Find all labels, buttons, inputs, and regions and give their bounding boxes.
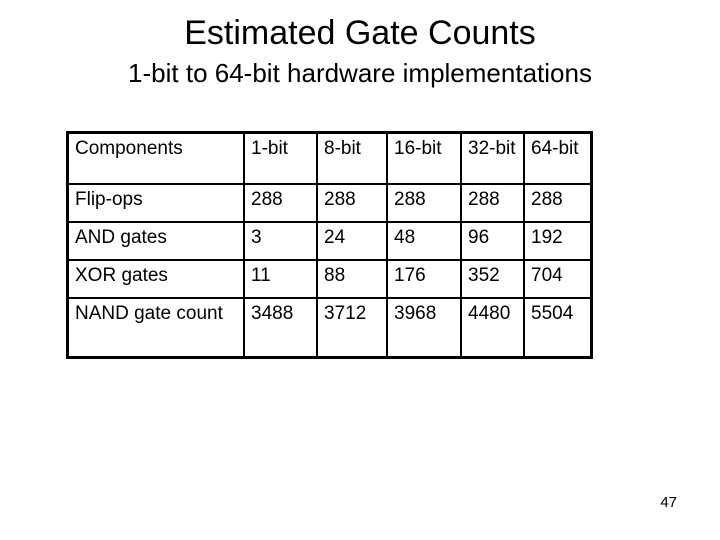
table-row: Flip-ops 288 288 288 288 288 bbox=[66, 183, 593, 223]
table-cell: 192 bbox=[523, 221, 593, 261]
row-label-cell: NAND gate count bbox=[66, 297, 245, 359]
table-cell: 288 bbox=[523, 183, 593, 223]
table-cell: 3488 bbox=[243, 297, 318, 359]
table-cell: 352 bbox=[460, 259, 525, 299]
table-cell: 288 bbox=[386, 183, 462, 223]
page-number: 47 bbox=[660, 494, 677, 511]
table-cell: 288 bbox=[243, 183, 318, 223]
table-cell: 176 bbox=[386, 259, 462, 299]
table-cell: 288 bbox=[316, 183, 388, 223]
table-cell: 88 bbox=[316, 259, 388, 299]
table-row: AND gates 3 24 48 96 192 bbox=[66, 221, 593, 261]
row-label-cell: XOR gates bbox=[66, 259, 245, 299]
header-cell: 8-bit bbox=[316, 131, 388, 185]
table-cell: 3 bbox=[243, 221, 318, 261]
slide-title: Estimated Gate Counts bbox=[184, 14, 536, 52]
table-cell: 5504 bbox=[523, 297, 593, 359]
slide-subtitle: 1-bit to 64-bit hardware implementations bbox=[128, 58, 592, 88]
row-label-cell: AND gates bbox=[66, 221, 245, 261]
table-cell: 3968 bbox=[386, 297, 462, 359]
row-label-cell: Flip-ops bbox=[66, 183, 245, 223]
header-cell: Components bbox=[66, 131, 245, 185]
table-cell: 704 bbox=[523, 259, 593, 299]
table-cell: 3712 bbox=[316, 297, 388, 359]
table-cell: 24 bbox=[316, 221, 388, 261]
table-cell: 48 bbox=[386, 221, 462, 261]
table-row: NAND gate count 3488 3712 3968 4480 5504 bbox=[66, 297, 593, 359]
header-cell: 64-bit bbox=[523, 131, 593, 185]
header-cell: 16-bit bbox=[386, 131, 462, 185]
header-cell: 1-bit bbox=[243, 131, 318, 185]
gate-count-table: Components 1-bit 8-bit 16-bit 32-bit 64-… bbox=[66, 131, 593, 359]
table-row: XOR gates 11 88 176 352 704 bbox=[66, 259, 593, 299]
table-cell: 11 bbox=[243, 259, 318, 299]
table-cell: 96 bbox=[460, 221, 525, 261]
table-cell: 4480 bbox=[460, 297, 525, 359]
table-cell: 288 bbox=[460, 183, 525, 223]
header-cell: 32-bit bbox=[460, 131, 525, 185]
table-header-row: Components 1-bit 8-bit 16-bit 32-bit 64-… bbox=[66, 131, 593, 185]
